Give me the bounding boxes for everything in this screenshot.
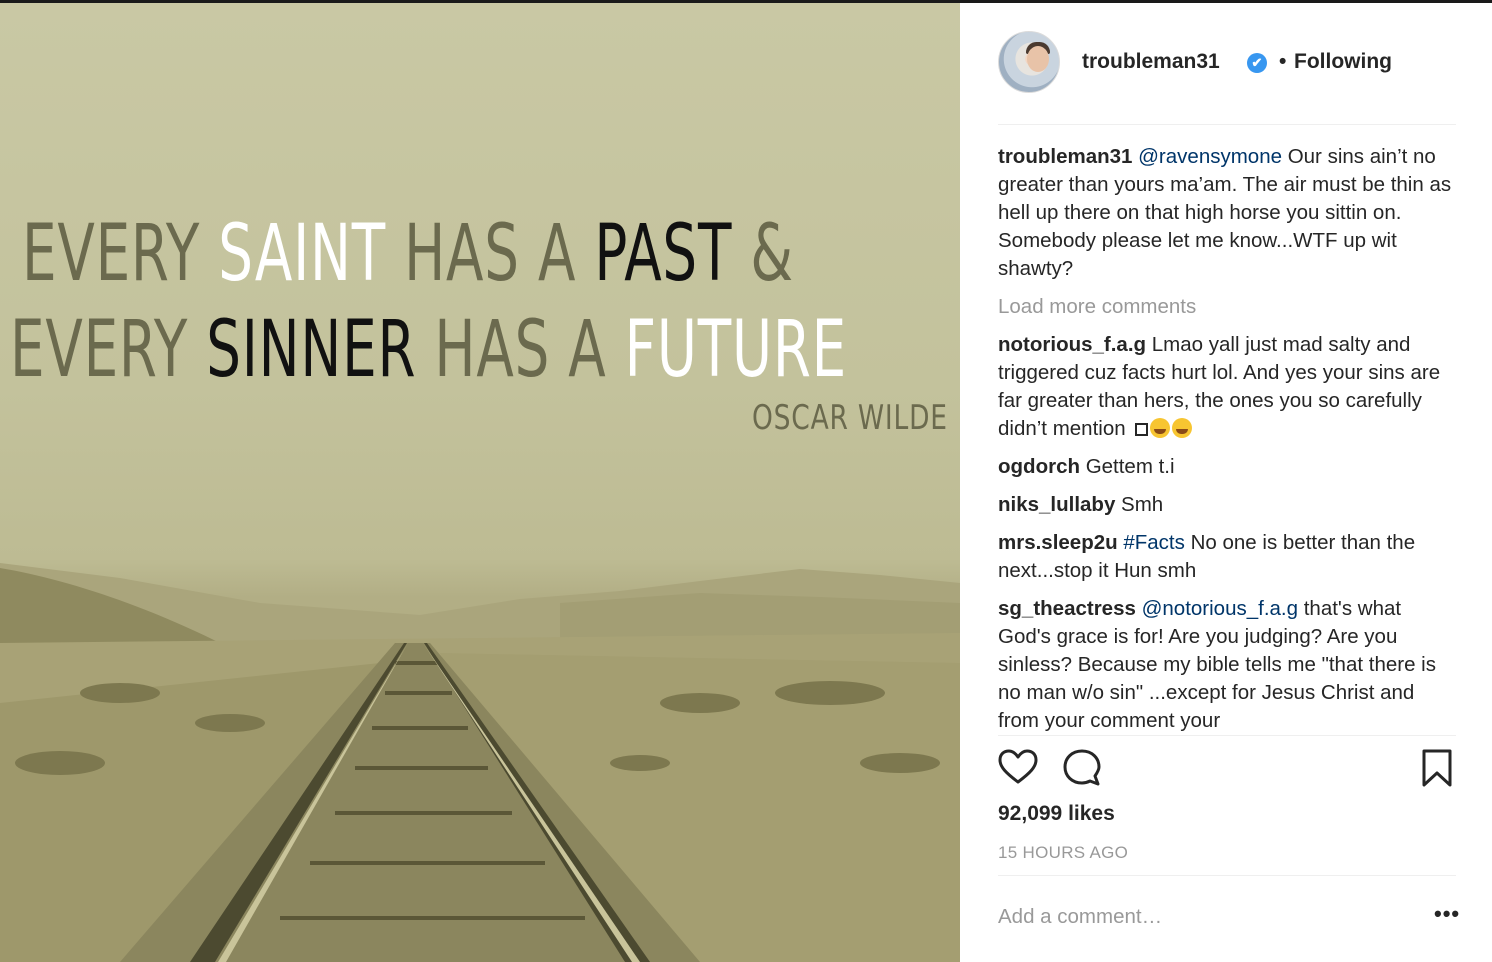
post-author-username[interactable]: troubleman31 [1082,50,1220,74]
avatar[interactable] [998,31,1060,93]
quote-word: SAINT [218,209,386,299]
quote-word: & [732,209,794,299]
verified-badge-icon: ✔ [1247,53,1267,73]
comment-username[interactable]: niks_lullaby [998,493,1115,516]
quote-line-1: EVERY SAINT HAS A PAST & [22,209,793,299]
comments-list[interactable]: troubleman31 @ravensymone Our sins ain’t… [998,143,1458,733]
caption: troubleman31 @ravensymone Our sins ain’t… [998,143,1458,283]
hashtag-link[interactable]: #Facts [1123,531,1185,554]
list-item: sg_theactress @notorious_f.a.g that's wh… [998,595,1458,733]
post-timestamp[interactable]: 15 HOURS AGO [998,843,1128,863]
railroad-landscape-image [0,563,960,962]
quote-line-2: EVERY SINNER HAS A FUTURE [10,305,846,395]
quote-word: SINNER [206,305,417,395]
header-separator: • [1279,50,1287,73]
caption-username[interactable]: troubleman31 [998,145,1132,168]
post-header: troubleman31 ✔ • Following [998,31,1456,95]
quote-word: PAST [594,209,733,299]
tears-of-joy-emoji-icon [1172,418,1193,438]
list-item: niks_lullaby Smh [998,491,1458,519]
heart-icon[interactable] [998,748,1038,788]
bookmark-icon[interactable] [1420,748,1454,788]
following-button[interactable]: Following [1294,50,1392,74]
add-comment-input[interactable]: Add a comment… [998,905,1162,929]
comment-mention-link[interactable]: @notorious_f.a.g [1142,597,1298,620]
header-divider [998,124,1456,125]
list-item: notorious_f.a.g Lmao yall just mad salty… [998,331,1458,443]
comment-bubble-icon[interactable] [1062,748,1102,788]
footer-divider [998,875,1456,876]
comment-username[interactable]: notorious_f.a.g [998,333,1146,356]
unrendered-glyph-icon [1135,423,1149,436]
post-image[interactable]: EVERY SAINT HAS A PAST & EVERY SINNER HA… [0,3,960,962]
comment-username[interactable]: ogdorch [998,455,1080,478]
list-item: ogdorch Gettem t.i [998,453,1458,481]
action-bar [998,748,1458,792]
list-item: mrs.sleep2u #Facts No one is better than… [998,529,1458,585]
caption-mention-link[interactable]: @ravensymone [1138,145,1282,168]
quote-word: HAS A [385,209,595,299]
quote-attribution: OSCAR WILDE [752,398,948,438]
load-more-comments-link[interactable]: Load more comments [998,295,1458,319]
quote-word: HAS A [416,305,625,395]
zany-face-emoji-icon [1150,418,1171,438]
comment-username[interactable]: sg_theactress [998,597,1136,620]
comment-text: Gettem t.i [1080,455,1175,478]
likes-count[interactable]: 92,099 likes [998,802,1115,826]
comment-username[interactable]: mrs.sleep2u [998,531,1118,554]
quote-word: FUTURE [624,305,848,395]
quote-word: EVERY [10,305,207,395]
comment-text: Smh [1115,493,1164,516]
quote-word: EVERY [22,209,219,299]
comments-divider [998,735,1456,736]
more-options-icon[interactable]: ••• [1434,901,1460,927]
post-details-panel: troubleman31 ✔ • Following troubleman31 … [960,3,1492,962]
